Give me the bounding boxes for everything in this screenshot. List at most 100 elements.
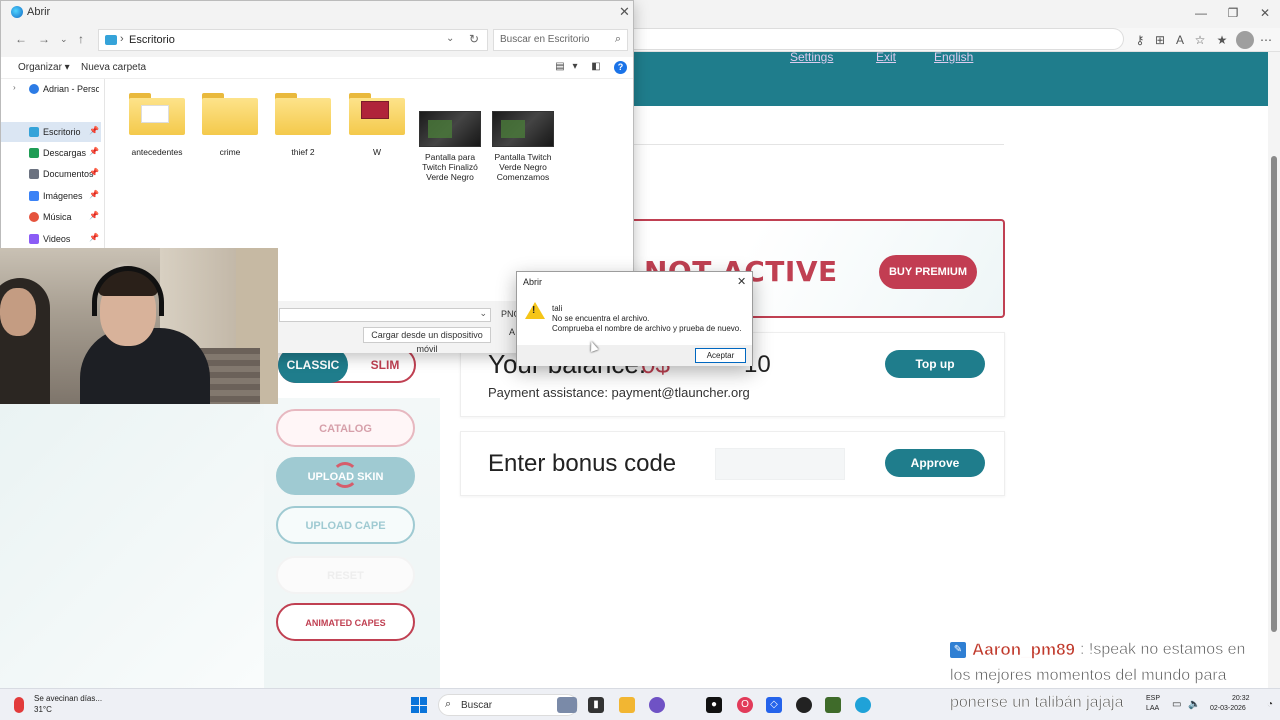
buy-premium-button[interactable]: BUY PREMIUM xyxy=(879,255,977,289)
chevron-down-icon[interactable]: ⌄ xyxy=(446,33,454,44)
slim-option[interactable]: SLIM xyxy=(360,349,410,381)
pictures-icon xyxy=(29,191,39,201)
load-from-mobile-button[interactable]: Cargar desde un dispositivo móvil xyxy=(363,327,491,354)
search-icon: ⌕ xyxy=(614,33,621,45)
preview-pane-icon[interactable]: ◧ xyxy=(590,61,602,73)
weather-headline[interactable]: Se avecinan días... xyxy=(34,694,102,703)
minimize-icon[interactable]: — xyxy=(1194,6,1208,20)
file-name: crime xyxy=(219,147,241,157)
file-name-line: Verde Negro xyxy=(426,172,474,182)
file-item-thief-2[interactable]: thief 2 xyxy=(267,91,339,157)
file-item-antecedentes[interactable]: antecedentes xyxy=(121,91,193,157)
animated-capes-button[interactable]: ANIMATED CAPES xyxy=(276,603,415,641)
address-bar[interactable] xyxy=(634,28,1124,50)
search-input[interactable]: Buscar en Escritorio ⌕ xyxy=(493,29,628,51)
file-item-twitch-finalizo[interactable]: Pantalla para Twitch Finalizó Verde Negr… xyxy=(414,111,486,182)
chevron-right-icon: › xyxy=(120,33,124,45)
file-item-twitch-comenzamos[interactable]: Pantalla Twitch Verde Negro Comenzamos xyxy=(487,111,559,182)
accept-button[interactable]: Aceptar xyxy=(695,348,746,363)
chat-message-line: los mejores momentos del mundo para xyxy=(950,667,1227,685)
recent-chevron-icon[interactable]: ⌄ xyxy=(60,34,68,45)
error-message: No se encuentra el archivo. xyxy=(552,314,650,323)
organize-button[interactable]: Organizar ▾ xyxy=(18,62,70,73)
upload-cape-button[interactable]: UPLOAD CAPE xyxy=(276,506,415,544)
chevron-down-icon[interactable]: ▾ xyxy=(569,61,581,73)
edge-icon xyxy=(11,6,23,18)
sidebar-item-documents[interactable]: Documentos 📌 xyxy=(1,164,101,184)
sidebar-item-videos[interactable]: Videos 📌 xyxy=(1,229,101,249)
help-icon[interactable]: ? xyxy=(614,61,627,74)
desktop-icon xyxy=(105,35,117,45)
settings-link[interactable]: Settings xyxy=(790,50,833,64)
file-item-crime[interactable]: crime xyxy=(194,91,266,157)
folder-icon xyxy=(202,91,258,135)
file-item-w[interactable]: W xyxy=(341,91,413,157)
thermometer-icon[interactable] xyxy=(14,697,24,713)
catalog-button[interactable]: CATALOG xyxy=(276,409,415,447)
obs-icon[interactable]: ● xyxy=(706,697,722,713)
view-options-icon[interactable]: ▤ xyxy=(554,61,566,73)
davinci-icon[interactable] xyxy=(796,697,812,713)
weather-temperature[interactable]: 31°C xyxy=(34,705,52,714)
sidebar-item-music[interactable]: Música 📌 xyxy=(1,207,101,227)
key-icon[interactable]: ⚷ xyxy=(1132,32,1148,48)
sidebar-item-desktop[interactable]: Escritorio 📌 xyxy=(1,122,101,142)
forward-arrow-icon[interactable]: → xyxy=(38,32,50,46)
translate-icon[interactable]: A xyxy=(1172,32,1188,48)
loading-spinner-icon xyxy=(332,462,358,488)
close-icon[interactable]: ✕ xyxy=(619,4,630,20)
top-up-button[interactable]: Top up xyxy=(885,350,985,378)
chat-message-line: ponerse un talibán jajaja xyxy=(950,694,1124,712)
bonus-code-input[interactable] xyxy=(715,448,845,480)
minecraft-icon[interactable] xyxy=(825,697,841,713)
profile-avatar[interactable] xyxy=(1236,31,1254,49)
opera-icon[interactable]: O xyxy=(737,697,753,713)
language-link[interactable]: English xyxy=(934,50,973,64)
file-explorer-icon[interactable] xyxy=(619,697,635,713)
edge-icon[interactable] xyxy=(855,697,871,713)
error-filename: tali xyxy=(552,304,563,313)
downloads-icon xyxy=(29,148,39,158)
favorites-icon[interactable]: ★ xyxy=(1214,32,1230,48)
scrollbar-thumb[interactable] xyxy=(1271,156,1277,632)
breadcrumb[interactable]: › Escritorio ⌄ ↻ xyxy=(98,29,488,51)
videos-icon xyxy=(29,234,39,244)
error-titlebar: Abrir ✕ xyxy=(517,272,752,292)
chevron-down-icon[interactable]: ⌄ xyxy=(479,308,487,319)
terminal-icon[interactable]: ▮ xyxy=(588,697,604,713)
widgets-icon[interactable] xyxy=(557,697,577,713)
pin-icon: 📌 xyxy=(89,168,99,177)
sidebar-item-onedrive[interactable]: › Adrian - Person xyxy=(1,79,101,99)
exit-link[interactable]: Exit xyxy=(876,50,896,64)
copilot-icon[interactable] xyxy=(649,697,665,713)
up-arrow-icon[interactable]: ↑ xyxy=(78,32,84,46)
pin-icon: 📌 xyxy=(89,211,99,220)
file-name-line: Pantalla para xyxy=(424,152,476,162)
favorite-star-icon[interactable]: ☆ xyxy=(1192,32,1208,48)
folder-icon xyxy=(275,91,331,135)
chevron-right-icon[interactable]: › xyxy=(13,83,16,92)
vpn-icon[interactable]: ◇ xyxy=(766,697,782,713)
file-name-line: Comenzamos xyxy=(496,172,550,182)
more-icon[interactable]: ⋯ xyxy=(1258,32,1274,48)
windows-start-icon[interactable] xyxy=(411,697,427,713)
breadcrumb-location[interactable]: Escritorio xyxy=(129,34,175,46)
pin-icon: 📌 xyxy=(89,126,99,135)
new-folder-button[interactable]: Nueva carpeta xyxy=(81,62,146,73)
restore-icon[interactable]: ❐ xyxy=(1226,6,1240,20)
refresh-icon[interactable]: ↻ xyxy=(469,32,479,46)
sidebar-item-downloads[interactable]: Descargas 📌 xyxy=(1,143,101,163)
sidebar-item-pictures[interactable]: Imágenes 📌 xyxy=(1,186,101,206)
back-arrow-icon[interactable]: ← xyxy=(15,32,27,46)
apps-icon[interactable]: ⊞ xyxy=(1152,32,1168,48)
reset-button[interactable]: RESET xyxy=(276,556,415,594)
filename-input[interactable]: ⌄ xyxy=(279,308,491,322)
sidebar-item-label: Adrian - Person xyxy=(43,84,99,94)
page-scrollbar[interactable] xyxy=(1268,52,1280,688)
error-button-row: Aceptar xyxy=(517,345,752,366)
close-icon[interactable]: ✕ xyxy=(737,275,746,288)
error-title: Abrir xyxy=(523,277,543,287)
approve-button[interactable]: Approve xyxy=(885,449,985,477)
close-icon[interactable]: ✕ xyxy=(1258,6,1272,20)
image-thumbnail xyxy=(419,111,481,147)
